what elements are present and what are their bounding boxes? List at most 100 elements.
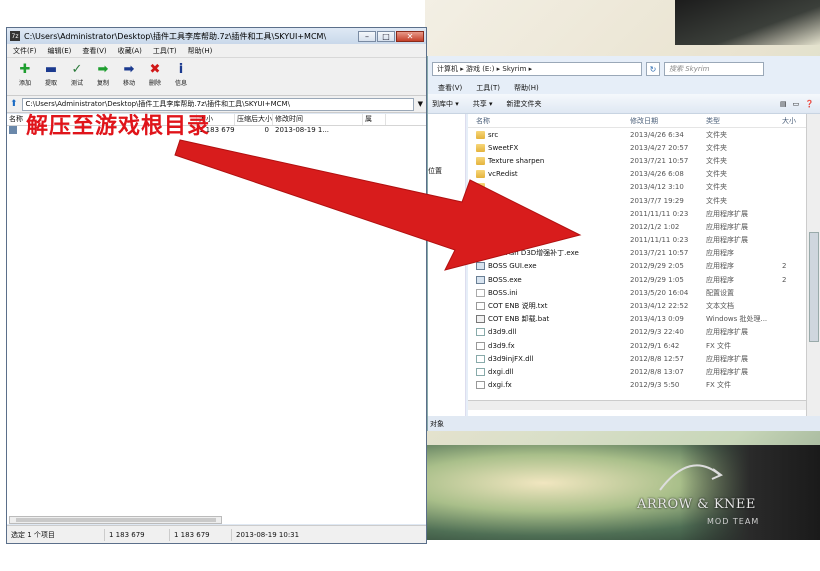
file-type: 文件夹 [706, 156, 727, 165]
explorer-search-input[interactable]: 搜索 Skyrim [664, 62, 764, 76]
file-name-text: BOSS.ini [488, 288, 518, 297]
file-date: 2013/4/12 3:10 [630, 183, 684, 192]
new-folder-button[interactable]: 新建文件夹 [507, 99, 542, 109]
explorer-vertical-scrollbar[interactable] [806, 114, 820, 416]
file-date: 2013/7/21 10:57 [630, 249, 689, 258]
toolbar-button-2[interactable]: ✓ 测试 [67, 61, 87, 88]
annotation-text: 解压至游戏根目录 [26, 114, 211, 139]
menu-help[interactable]: 帮助(H) [188, 46, 213, 56]
menu-file[interactable]: 文件(F) [13, 46, 37, 56]
check-icon: ✓ [71, 61, 83, 77]
list-item[interactable]: BOSS.ini 2013/5/20 16:04 配置设置 [468, 286, 806, 299]
toolbar-button-6[interactable]: i 信息 [171, 62, 191, 88]
list-item[interactable]: d3d9injFX.dll 2012/8/8 12:57 应用程序扩展 [468, 352, 806, 365]
file-type: 应用程序扩展 [706, 328, 748, 337]
menu-favorites[interactable]: 收藏(A) [118, 46, 142, 56]
preview-pane-icon[interactable]: ▭ [793, 100, 800, 108]
file-type: 应用程序扩展 [706, 209, 748, 218]
list-item[interactable]: dxgi.dll 2012/8/8 13:07 应用程序扩展 [468, 365, 806, 378]
refresh-icon[interactable]: ↻ [646, 62, 660, 76]
list-item[interactable]: d3d9.dll 2012/9/3 22:40 应用程序扩展 [468, 326, 806, 339]
explorer-rows: src 2013/4/26 6:34 文件夹 SweetFX 2013/4/27 20:… [468, 128, 806, 392]
include-in-library-button[interactable]: 到库中 ▾ [432, 99, 459, 109]
column-attributes[interactable]: 属 [363, 114, 386, 125]
explorer-menu-view[interactable]: 查看(V) [438, 83, 462, 93]
toolbar-label: 信息 [174, 80, 187, 87]
list-item[interactable]: src 2013/4/26 6:34 文件夹 [468, 128, 806, 141]
delete-x-icon: ✖ [149, 61, 161, 77]
list-item[interactable]: BOSS GUI.exe 2012/9/29 2:05 应用程序 2 [468, 260, 806, 273]
list-item[interactable]: SweetFX 2013/4/27 20:57 文件夹 [468, 141, 806, 154]
list-item[interactable]: vcRedist 2013/4/26 6:08 文件夹 [468, 168, 806, 181]
nav-item-location[interactable]: 位置 [428, 166, 442, 176]
explorer-horizontal-scrollbar[interactable] [468, 400, 806, 410]
list-item[interactable]: COT ENB 说明.txt 2013/4/12 22:52 文本文档 [468, 299, 806, 312]
folder-icon [476, 183, 485, 192]
file-name: Texture sharpen [468, 156, 630, 165]
archive-titlebar[interactable]: 7z C:\Users\Administrator\Desktop\插件工具李库… [7, 28, 426, 44]
explorer-scroll-thumb[interactable] [809, 232, 819, 342]
explorer-menu-help[interactable]: 帮助(H) [514, 83, 539, 93]
list-item[interactable]: d3d9.fx 2012/9/1 6:42 FX 文件 [468, 339, 806, 352]
column-size[interactable]: 大小 [782, 116, 802, 126]
list-item[interactable]: BOSS.exe 2012/9/29 1:05 应用程序 2 [468, 273, 806, 286]
explorer-menu-tools[interactable]: 工具(T) [476, 83, 500, 93]
list-item[interactable]: COT ENB 卸载.bat 2013/4/13 0:09 Windows 批处理.… [468, 313, 806, 326]
file-name-text: d3d9.dll [488, 328, 517, 337]
close-button[interactable]: ✕ [396, 30, 424, 42]
file-name-text: d3d9injFX.dll [488, 354, 534, 363]
file-name: BOSS.ini [468, 288, 630, 297]
toolbar-button-0[interactable]: ✚ 添加 [15, 62, 35, 88]
minus-icon: ▬ [44, 61, 58, 77]
explorer-address-bar: 计算机 ▸ 游戏 (E:) ▸ Skyrim ▸ ↻ 搜索 Skyrim [428, 56, 820, 82]
list-item[interactable]: 2013/4/12 3:10 文件夹 [468, 181, 806, 194]
file-name-text: dxgi.fx [488, 381, 512, 390]
column-date[interactable]: 修改日期 [630, 116, 706, 126]
list-item[interactable]: 工具 2013/7/7 19:29 文件夹 [468, 194, 806, 207]
file-name-text: binkw32.dll [488, 222, 529, 231]
list-item[interactable]: binkw32_ori.dll 2011/11/11 0:23 应用程序扩展 [468, 234, 806, 247]
file-date: 2012/9/29 1:05 [630, 275, 684, 284]
toolbar-button-5[interactable]: ✖ 删除 [145, 61, 165, 88]
file-date: 2013/4/12 22:52 [630, 302, 689, 311]
file-type: 应用程序扩展 [706, 367, 748, 376]
help-icon[interactable]: ❓ [805, 100, 814, 108]
share-button[interactable]: 共享 ▾ [473, 99, 493, 109]
file-name: SweetFX [468, 143, 630, 152]
menu-edit[interactable]: 编辑(E) [48, 46, 72, 56]
file-name: binkw32.dll [468, 209, 630, 218]
column-modified[interactable]: 修改时间 [273, 114, 363, 125]
column-name[interactable]: 名称 [468, 116, 630, 126]
view-options-icon[interactable]: ▤ [780, 100, 787, 108]
explorer-address-input[interactable]: 计算机 ▸ 游戏 (E:) ▸ Skyrim ▸ [432, 62, 642, 76]
chevron-down-icon[interactable]: ▼ [418, 100, 423, 108]
logo-arrow-icon [659, 464, 723, 491]
toolbar-button-4[interactable]: ➡ 移动 [119, 62, 139, 88]
toolbar-button-3[interactable]: ➡ 复制 [93, 62, 113, 88]
archive-horizontal-scrollbar[interactable] [9, 516, 222, 524]
list-item[interactable]: binkw32.dll 2011/11/11 0:23 应用程序扩展 [468, 207, 806, 220]
explorer-nav-pane: 位置 [428, 114, 466, 416]
file-type: Windows 批处理... [706, 315, 768, 324]
folder-icon [476, 170, 485, 179]
file-name: COT ENB 卸载.bat [468, 314, 630, 324]
list-item[interactable]: dxgi.fx 2012/9/3 5:50 FX 文件 [468, 379, 806, 392]
dll-icon [476, 209, 485, 218]
archive-title: C:\Users\Administrator\Desktop\插件工具李库帮助.… [24, 31, 327, 41]
up-folder-icon[interactable]: ⬆ [10, 99, 18, 109]
list-item[interactable]: binkw32.dll 2012/1/2 1:02 应用程序扩展 [468, 220, 806, 233]
toolbar-button-1[interactable]: ▬ 提取 [41, 61, 61, 88]
file-name-text: binkw32_ori.dll [488, 236, 541, 245]
file-name: dxgi.fx [468, 381, 630, 390]
file-name-text: BOSS.exe [488, 275, 522, 284]
archive-scroll-thumb[interactable] [16, 518, 216, 522]
list-item[interactable]: Texture sharpen 2013/7/21 10:57 文件夹 [468, 154, 806, 167]
list-item[interactable]: BoneAsh D3D增强补丁.exe 2013/7/21 10:57 应用程序 [468, 247, 806, 260]
file-date: 2012/9/3 5:50 [630, 381, 680, 390]
column-packed-size[interactable]: 压缩后大小 [235, 114, 273, 125]
menu-tools[interactable]: 工具(T) [153, 46, 177, 56]
minimize-button[interactable]: – [358, 30, 376, 42]
column-type[interactable]: 类型 [706, 116, 782, 126]
menu-view[interactable]: 查看(V) [82, 46, 106, 56]
maximize-button[interactable]: □ [377, 30, 395, 42]
